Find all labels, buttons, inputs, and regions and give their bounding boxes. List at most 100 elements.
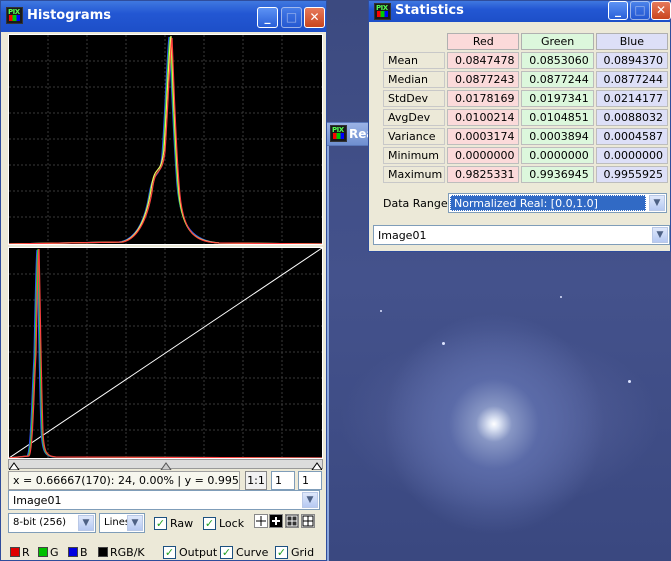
empty-header-cell: [383, 33, 445, 50]
channel-green-label: G: [50, 545, 59, 559]
statistics-image-select-value: Image01: [378, 229, 427, 242]
horizontal-zoom-field[interactable]: 1: [271, 471, 295, 490]
histogram-output-plot[interactable]: [8, 34, 323, 245]
rgbk-swatch-icon: [98, 547, 108, 557]
statistics-table: Red Green Blue Mean 0.0847478 0.0853060 …: [381, 31, 670, 185]
close-button[interactable]: ✕: [304, 7, 325, 28]
channel-red-label: R: [22, 545, 30, 559]
lock-checkbox[interactable]: ✓ Lock: [203, 515, 244, 531]
green-value: 0.0877244: [521, 71, 594, 88]
maximize-icon: □: [285, 10, 298, 24]
green-value: 0.0000000: [521, 147, 594, 164]
row-label: Minimum: [383, 147, 446, 164]
histogram-input-svg: [8, 247, 323, 459]
table-row: AvgDev 0.0100214 0.0104851 0.0088032: [383, 109, 668, 126]
table-row: Mean 0.0847478 0.0853060 0.0894370: [383, 52, 668, 69]
grid-checkbox[interactable]: ✓ Grid: [275, 544, 314, 560]
blue-value: 0.0088032: [595, 109, 668, 126]
chevron-down-icon[interactable]: ▼: [127, 515, 143, 531]
star: [560, 296, 562, 298]
table-row: StdDev 0.0178169 0.0197341 0.0214177: [383, 90, 668, 107]
pixinsight-app-icon: PIX: [374, 3, 391, 20]
histogram-image-select-value: Image01: [13, 494, 62, 507]
blue-value: 0.0004587: [595, 128, 668, 145]
row-label: Median: [383, 71, 446, 88]
statistics-window[interactable]: PIX Statistics _ □ ✕ Red Green Blue Mean…: [368, 0, 671, 252]
blue-value: 0.0894370: [595, 52, 668, 69]
row-label: AvgDev: [383, 109, 446, 126]
midtones-handle[interactable]: [160, 462, 172, 471]
minimize-button[interactable]: _: [608, 1, 628, 20]
maximize-icon: □: [634, 3, 646, 17]
raw-checkbox[interactable]: ✓ Raw: [154, 515, 193, 531]
crosshair-icon: [256, 516, 266, 526]
statistics-image-select[interactable]: Image01 ▼: [373, 225, 670, 245]
close-button[interactable]: ✕: [651, 1, 671, 20]
red-value: 0.9825331: [447, 166, 520, 183]
blue-value: 0.0000000: [595, 147, 668, 164]
blue-value: 0.0214177: [595, 90, 668, 107]
vertical-zoom-field[interactable]: 1: [298, 471, 322, 490]
data-range-select[interactable]: Normalized Real: [0.0,1.0] ▼: [448, 193, 667, 213]
histograms-title: Histograms: [27, 8, 111, 23]
curve-checkbox[interactable]: ✓ Curve: [220, 544, 268, 560]
maximize-button[interactable]: □: [281, 7, 302, 28]
channel-red-button[interactable]: R: [10, 543, 30, 561]
checkmark-icon: ✓: [203, 516, 216, 530]
zoom-mode-icon[interactable]: [269, 514, 283, 528]
star: [442, 342, 445, 345]
channel-green-button[interactable]: G: [38, 543, 59, 561]
column-header-green: Green: [521, 33, 594, 50]
chevron-down-icon[interactable]: ▼: [302, 492, 318, 508]
histogram-input-plot[interactable]: [8, 247, 323, 459]
green-value: 0.0853060: [521, 52, 594, 69]
chevron-down-icon[interactable]: ▼: [78, 515, 94, 531]
row-label: StdDev: [383, 90, 446, 107]
channel-blue-button[interactable]: B: [68, 543, 88, 561]
channel-rgbk-label: RGB/K: [110, 545, 145, 559]
data-range-select-value: Normalized Real: [0.0,1.0]: [450, 195, 646, 211]
coordinate-row: x = 0.66667(170): 24, 0.00% | y = 0.9952…: [8, 471, 324, 491]
grid-fine-icon: [302, 515, 314, 527]
channel-blue-label: B: [80, 545, 88, 559]
minimize-icon: _: [264, 10, 271, 24]
red-value: 0.0178169: [447, 90, 520, 107]
histograms-window[interactable]: PIX Histograms _ □ ✕ x = 0.66667(170): 2…: [0, 0, 327, 561]
histogram-output-svg: [8, 35, 323, 245]
column-header-blue: Blue: [595, 33, 668, 50]
histograms-titlebar[interactable]: PIX Histograms _ □ ✕: [1, 1, 326, 32]
histogram-image-select[interactable]: Image01 ▼: [8, 490, 320, 510]
histogram-slider-track[interactable]: [8, 459, 323, 471]
minimize-button[interactable]: _: [257, 7, 278, 28]
transfer-curve-line[interactable]: [8, 247, 323, 459]
channel-rgbk-button[interactable]: RGB/K: [98, 543, 145, 561]
row-label: Maximum: [383, 166, 446, 183]
slider-handles: [8, 462, 323, 471]
raw-label: Raw: [170, 516, 194, 530]
grid-mode-icon[interactable]: [285, 514, 299, 528]
highlights-handle[interactable]: [311, 462, 323, 471]
green-value: 0.0003894: [521, 128, 594, 145]
resolution-select[interactable]: 8-bit (256) ▼: [8, 513, 96, 533]
green-value: 0.0104851: [521, 109, 594, 126]
grid-fine-mode-icon[interactable]: [301, 514, 315, 528]
pixinsight-app-icon: PIX: [330, 125, 347, 142]
output-checkbox[interactable]: ✓ Output: [163, 544, 217, 560]
blue-value: 0.9955925: [595, 166, 668, 183]
chevron-down-icon[interactable]: ▼: [652, 227, 668, 243]
row-label: Mean: [383, 52, 446, 69]
crosshair-mode-icon[interactable]: [254, 514, 268, 528]
red-swatch-icon: [10, 547, 20, 557]
data-range-label: Data Range:: [383, 197, 452, 210]
table-row: Median 0.0877243 0.0877244 0.0877244: [383, 71, 668, 88]
grid-label: Grid: [291, 545, 315, 559]
maximize-button[interactable]: □: [630, 1, 650, 20]
zoom-1to1-button[interactable]: 1:1: [245, 471, 267, 490]
cross-white-icon: [272, 517, 280, 525]
cursor-coordinate-readout: x = 0.66667(170): 24, 0.00% | y = 0.9952…: [8, 471, 240, 490]
graph-style-select[interactable]: Lines ▼: [99, 513, 145, 533]
statistics-titlebar[interactable]: PIX Statistics _ □ ✕: [369, 1, 671, 22]
chevron-down-icon[interactable]: ▼: [649, 195, 665, 211]
red-value: 0.0877243: [447, 71, 520, 88]
shadows-handle[interactable]: [8, 462, 20, 471]
